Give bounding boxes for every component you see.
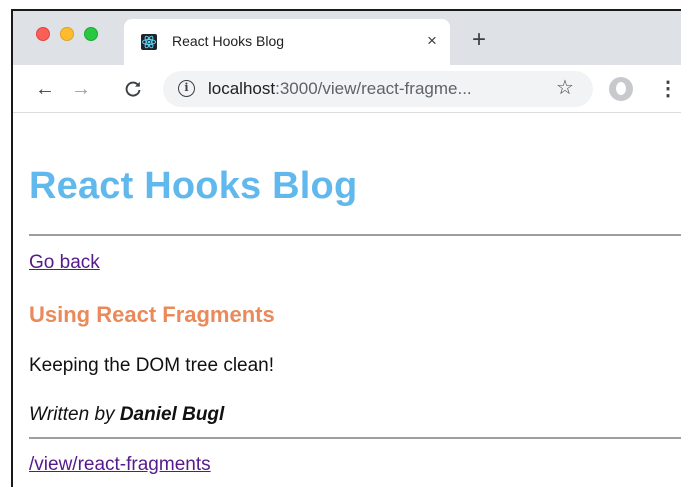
post-author: Daniel Bugl: [119, 404, 225, 425]
more-menu-icon[interactable]: ⋮: [658, 77, 678, 101]
url-text[interactable]: localhost:3000/view/react-fragme...: [208, 79, 472, 99]
post-permalink[interactable]: /view/react-fragments: [29, 454, 211, 476]
react-logo-icon: [141, 34, 157, 50]
browser-window: React Hooks Blog × + ← → i localhost:300…: [11, 9, 681, 487]
new-tab-icon[interactable]: +: [467, 28, 491, 53]
window-close-button[interactable]: [36, 27, 50, 41]
window-minimize-button[interactable]: [60, 27, 74, 41]
url-path: :3000/view/react-fragme...: [275, 79, 472, 98]
post-divider: [29, 437, 681, 439]
browser-toolbar: ← → i localhost:3000/view/react-fragme..…: [13, 65, 681, 113]
back-arrow-icon[interactable]: ←: [33, 77, 57, 101]
tab-react-hooks-blog[interactable]: React Hooks Blog ×: [124, 19, 450, 65]
bookmark-star-icon[interactable]: ☆: [556, 76, 574, 100]
reload-icon[interactable]: [121, 77, 145, 101]
tab-title: React Hooks Blog: [172, 33, 285, 49]
site-title: React Hooks Blog: [29, 165, 358, 207]
window-maximize-button[interactable]: [84, 27, 98, 41]
byline-prefix: Written by: [29, 404, 115, 425]
profile-avatar-icon[interactable]: [609, 77, 633, 101]
tab-strip: React Hooks Blog × +: [13, 11, 681, 65]
header-divider: [29, 234, 681, 236]
post-byline: Written by Daniel Bugl: [29, 404, 224, 426]
post-title: Using React Fragments: [29, 302, 275, 327]
close-tab-icon[interactable]: ×: [421, 30, 443, 52]
post-body: Keeping the DOM tree clean!: [29, 355, 275, 376]
forward-arrow-icon[interactable]: →: [69, 77, 93, 101]
site-info-icon[interactable]: i: [178, 80, 195, 97]
url-host: localhost: [208, 79, 276, 98]
page-content: React Hooks Blog Go back Using React Fra…: [13, 114, 681, 487]
go-back-link[interactable]: Go back: [29, 252, 100, 274]
address-bar[interactable]: i localhost:3000/view/react-fragme... ☆: [163, 71, 593, 107]
